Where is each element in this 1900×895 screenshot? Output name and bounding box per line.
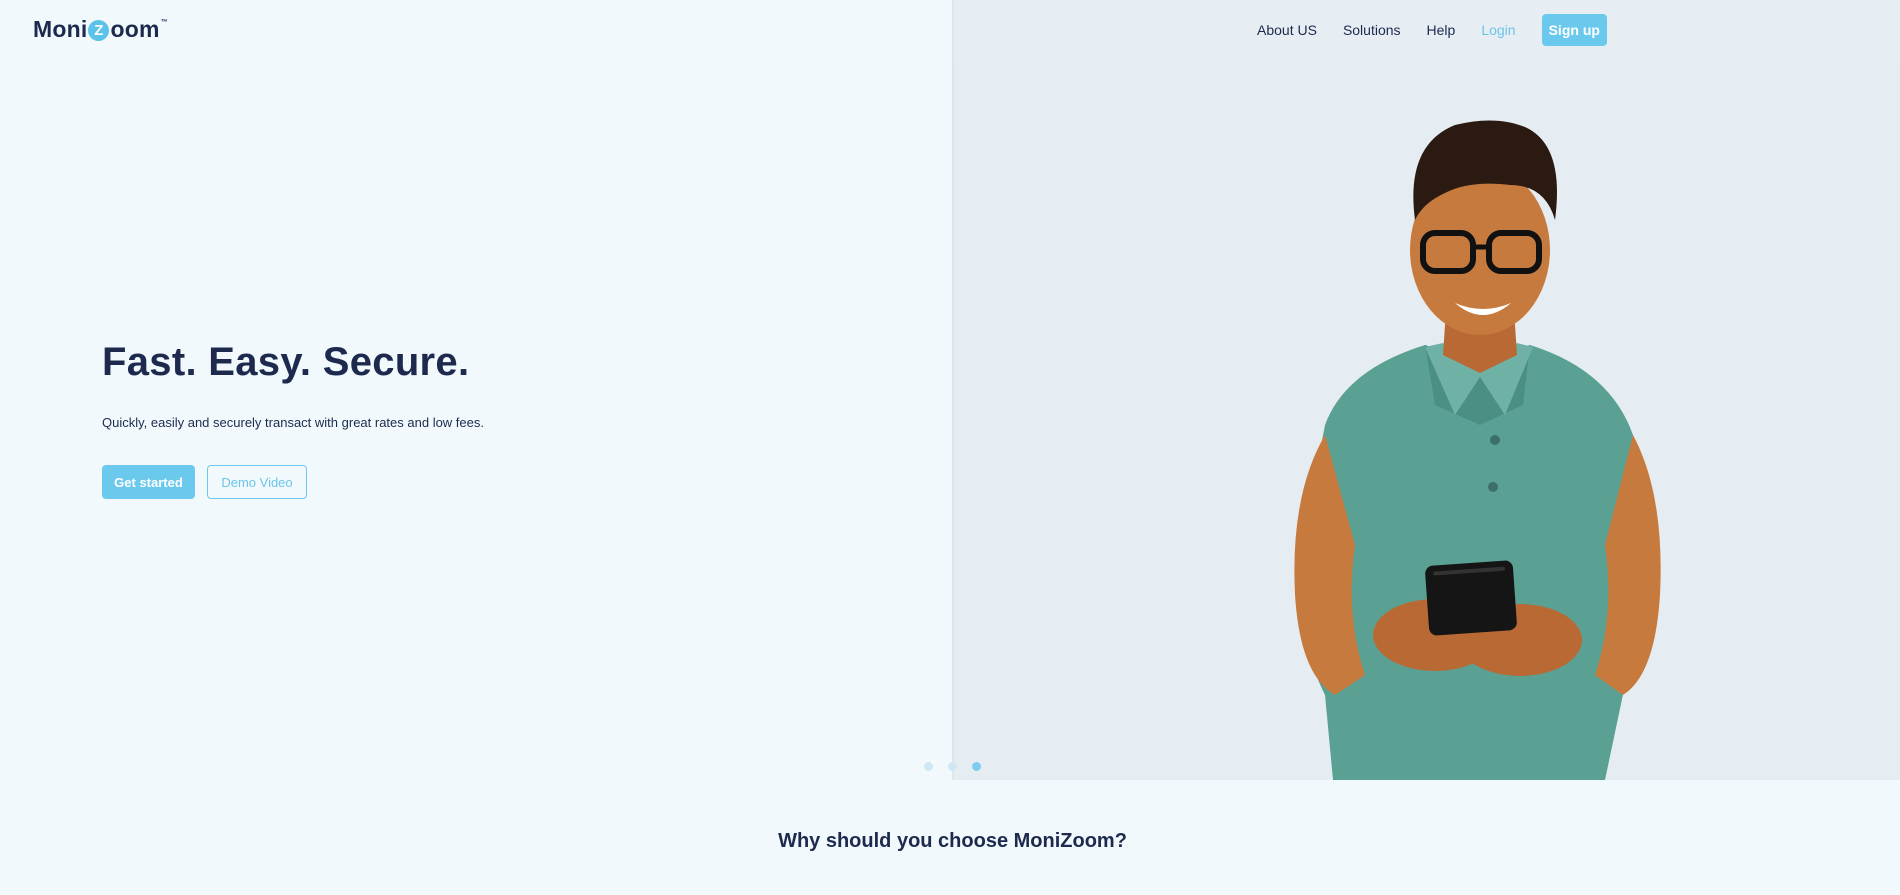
main-nav: About US Solutions Help Login Sign up <box>1257 14 1607 46</box>
demo-video-button[interactable]: Demo Video <box>207 465 307 499</box>
carousel-dots <box>924 762 996 771</box>
logo-z-mark: Z <box>88 20 110 41</box>
hero-subtitle: Quickly, easily and securely transact wi… <box>102 415 484 430</box>
brand-logo[interactable]: Moni Z oom ™ <box>33 16 168 43</box>
trademark-symbol: ™ <box>160 19 168 26</box>
nav-link-help[interactable]: Help <box>1427 14 1456 46</box>
site-header: Moni Z oom ™ About US Solutions Help Log… <box>0 0 1900 60</box>
login-link[interactable]: Login <box>1481 14 1515 46</box>
panel-edge <box>952 0 954 780</box>
carousel-dot-1[interactable] <box>924 762 933 771</box>
carousel-dot-2[interactable] <box>948 762 957 771</box>
carousel-dot-3[interactable] <box>972 762 981 771</box>
hero-actions: Get started Demo Video <box>102 465 307 499</box>
hero-title: Fast. Easy. Secure. <box>102 340 470 384</box>
logo-text-part2: oom <box>110 16 160 42</box>
logo-text-part1: Moni <box>33 16 88 42</box>
get-started-button[interactable]: Get started <box>102 465 195 499</box>
nav-link-solutions[interactable]: Solutions <box>1343 14 1401 46</box>
landing-page: Moni Z oom ™ About US Solutions Help Log… <box>0 0 1900 895</box>
nav-link-about-us[interactable]: About US <box>1257 14 1317 46</box>
signup-button[interactable]: Sign up <box>1541 14 1607 46</box>
person-with-phone-photo <box>1294 120 1661 780</box>
section-title-why-choose: Why should you choose MoniZoom? <box>778 830 1127 852</box>
